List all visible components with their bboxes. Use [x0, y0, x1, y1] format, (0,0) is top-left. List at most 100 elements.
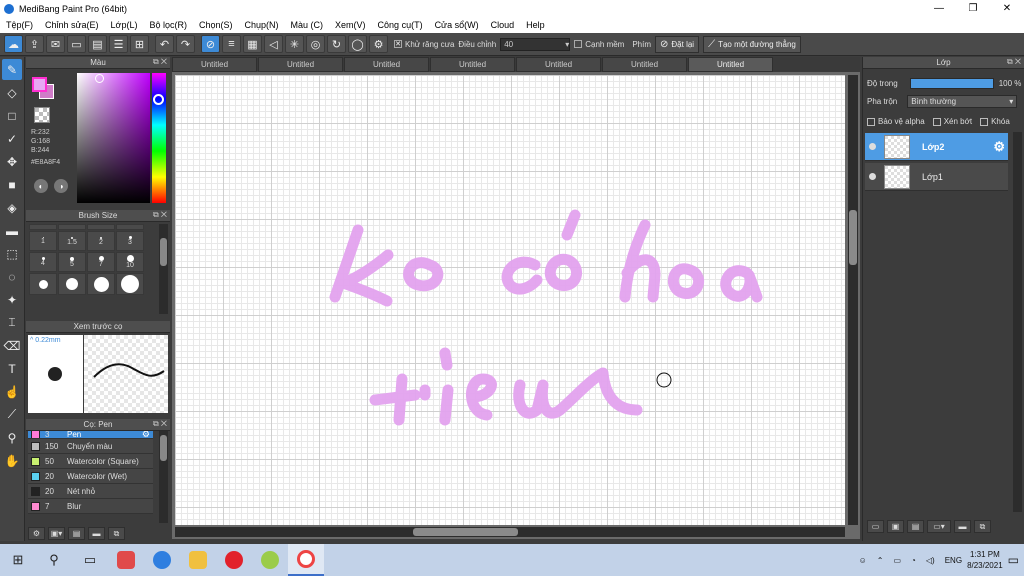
brush-list-scrollbar[interactable]	[159, 431, 168, 523]
layer-item-lop2[interactable]: Lớp2 ⚙	[865, 133, 1008, 161]
close-button[interactable]: ✕	[990, 0, 1024, 17]
brush-size-cell[interactable]: 3	[116, 231, 144, 251]
magic-wand-icon[interactable]: ✦	[2, 289, 22, 310]
dot-icon[interactable]: □	[2, 105, 22, 126]
settings-icon[interactable]: ⚙	[369, 35, 388, 53]
hue-handle[interactable]	[153, 94, 164, 105]
minimize-button[interactable]: —	[922, 0, 956, 17]
language-indicator[interactable]: ENG	[945, 556, 962, 565]
brush-item-blur[interactable]: 7 Blur	[28, 499, 153, 514]
layer-item-lop1[interactable]: Lớp1	[865, 163, 1008, 191]
brush-item-watercolor-square[interactable]: 50 Watercolor (Square)	[28, 454, 153, 469]
merge-layer-icon[interactable]: ▤	[907, 520, 924, 533]
folder-icon[interactable]: ▬	[88, 527, 105, 540]
brush-item-gradient[interactable]: 150 Chuyển màu	[28, 439, 153, 454]
brush-icon[interactable]: ✎	[2, 59, 22, 80]
grid-snap-icon[interactable]: ▦	[243, 35, 262, 53]
scroll-thumb[interactable]	[849, 210, 857, 265]
saturation-value-picker[interactable]	[77, 73, 150, 203]
hue-slider[interactable]	[152, 73, 166, 203]
lock-checkbox[interactable]	[980, 117, 989, 126]
panel-controls-icon[interactable]: ⧉ ✕	[153, 57, 167, 67]
soft-edge-checkbox[interactable]: Cạnh mềm	[574, 40, 624, 49]
file-explorer-icon[interactable]	[180, 544, 216, 576]
brush-size-cell[interactable]	[29, 273, 57, 295]
brush-size-cell[interactable]	[58, 273, 86, 295]
task-view-icon[interactable]: ▭	[72, 544, 108, 576]
gear-icon[interactable]: ⚙	[142, 431, 150, 438]
brush-item-fine-line[interactable]: 20 Nét nhỏ	[28, 484, 153, 499]
brush-size-cell[interactable]: 4	[29, 252, 57, 272]
brush-size-cell[interactable]: 5	[58, 252, 86, 272]
tab-untitled[interactable]: Untitled	[602, 57, 687, 72]
select-pen-icon[interactable]: ✓	[2, 128, 22, 149]
eraser-icon[interactable]: ◇	[2, 82, 22, 103]
scroll-thumb[interactable]	[413, 528, 518, 536]
clock[interactable]: 1:31 PM 8/23/2021	[967, 549, 1003, 571]
brush-item-watercolor-wet[interactable]: 20 Watercolor (Wet)	[28, 469, 153, 484]
palette-icon[interactable]: ◐	[34, 179, 48, 193]
copy-layer-icon[interactable]: ▣	[887, 520, 904, 533]
menu-view[interactable]: Xem(V)	[335, 20, 366, 30]
lasso-icon[interactable]: ◌	[2, 266, 22, 287]
brush-size-scrollbar[interactable]	[159, 224, 168, 314]
duplicate-icon[interactable]: ⧉	[108, 527, 125, 540]
curve-snap-icon[interactable]: ↻	[327, 35, 346, 53]
copy-brush-icon[interactable]: ▣▾	[48, 527, 65, 540]
text-icon[interactable]: T	[2, 358, 22, 379]
medibang-icon[interactable]	[288, 544, 324, 576]
panel-controls-icon[interactable]: ⧉ ✕	[153, 210, 167, 220]
eyedropper-icon[interactable]: ⚲	[2, 427, 22, 448]
concentric-snap-icon[interactable]: ◎	[306, 35, 325, 53]
color-picker-icon[interactable]: ◑	[54, 179, 68, 193]
select-eraser-icon[interactable]: ⌫	[2, 335, 22, 356]
rect-select-icon[interactable]: ⬚	[2, 243, 22, 264]
fill-rect-icon[interactable]: ■	[2, 174, 22, 195]
list-icon[interactable]: ☰	[109, 35, 128, 53]
operation-icon[interactable]: ☝	[2, 381, 22, 402]
gear-icon[interactable]: ⚙	[993, 139, 1005, 155]
menu-snap[interactable]: Chụp(N)	[245, 20, 279, 30]
tab-untitled[interactable]: Untitled	[172, 57, 257, 72]
chevron-up-icon[interactable]: ⌃	[877, 556, 884, 565]
visibility-icon[interactable]	[869, 173, 876, 180]
paint-app-icon[interactable]	[252, 544, 288, 576]
brush-size-cell[interactable]: 10	[116, 252, 144, 272]
gradient-icon[interactable]: ▬	[2, 220, 22, 241]
menu-cloud[interactable]: Cloud	[491, 20, 515, 30]
brush-size-cell[interactable]	[87, 273, 115, 295]
brush-size-cell[interactable]: 7	[87, 252, 115, 272]
add-brush-icon[interactable]: ⚙	[28, 527, 45, 540]
brush-size-cell[interactable]	[58, 224, 86, 230]
circle-snap-icon[interactable]: ◯	[348, 35, 367, 53]
tab-untitled[interactable]: Untitled	[430, 57, 515, 72]
search-icon[interactable]: ⚲	[36, 544, 72, 576]
reset-button[interactable]: ⊘ Đặt lại	[655, 35, 700, 53]
windows-start-icon[interactable]: ⊞	[0, 544, 36, 576]
snap-off-icon[interactable]: ⊘	[201, 35, 220, 53]
brush-size-cell[interactable]	[116, 224, 144, 230]
tab-untitled[interactable]: Untitled	[344, 57, 429, 72]
network-icon[interactable]: ◔	[911, 556, 916, 565]
undo-icon[interactable]: ↶	[155, 35, 174, 53]
opera-icon[interactable]	[216, 544, 252, 576]
maximize-button[interactable]: ❐	[956, 0, 990, 17]
zalo-icon[interactable]	[144, 544, 180, 576]
panel-controls-icon[interactable]: ⧉ ✕	[153, 419, 167, 429]
radial-snap-icon[interactable]: ✳	[285, 35, 304, 53]
panel-controls-icon[interactable]: ⧉ ✕	[1007, 57, 1021, 67]
blend-mode-select[interactable]: Bình thường ▾	[907, 95, 1018, 108]
clipping-checkbox[interactable]	[932, 117, 941, 126]
drawing-canvas[interactable]	[175, 75, 845, 525]
opacity-slider[interactable]	[909, 78, 994, 89]
visibility-icon[interactable]	[869, 143, 876, 150]
brush-size-cell[interactable]: 1	[29, 231, 57, 251]
volume-icon[interactable]: ◁)	[926, 556, 935, 565]
tab-untitled[interactable]: Untitled	[258, 57, 343, 72]
foreground-color-swatch[interactable]	[32, 77, 47, 92]
layer-scrollbar[interactable]	[1013, 132, 1022, 512]
notification-icon[interactable]: ▭	[1008, 553, 1019, 567]
brush-size-cell[interactable]: 2	[87, 231, 115, 251]
share-icon[interactable]: ⇪	[25, 35, 44, 53]
divide-icon[interactable]: ⟋	[2, 404, 22, 425]
